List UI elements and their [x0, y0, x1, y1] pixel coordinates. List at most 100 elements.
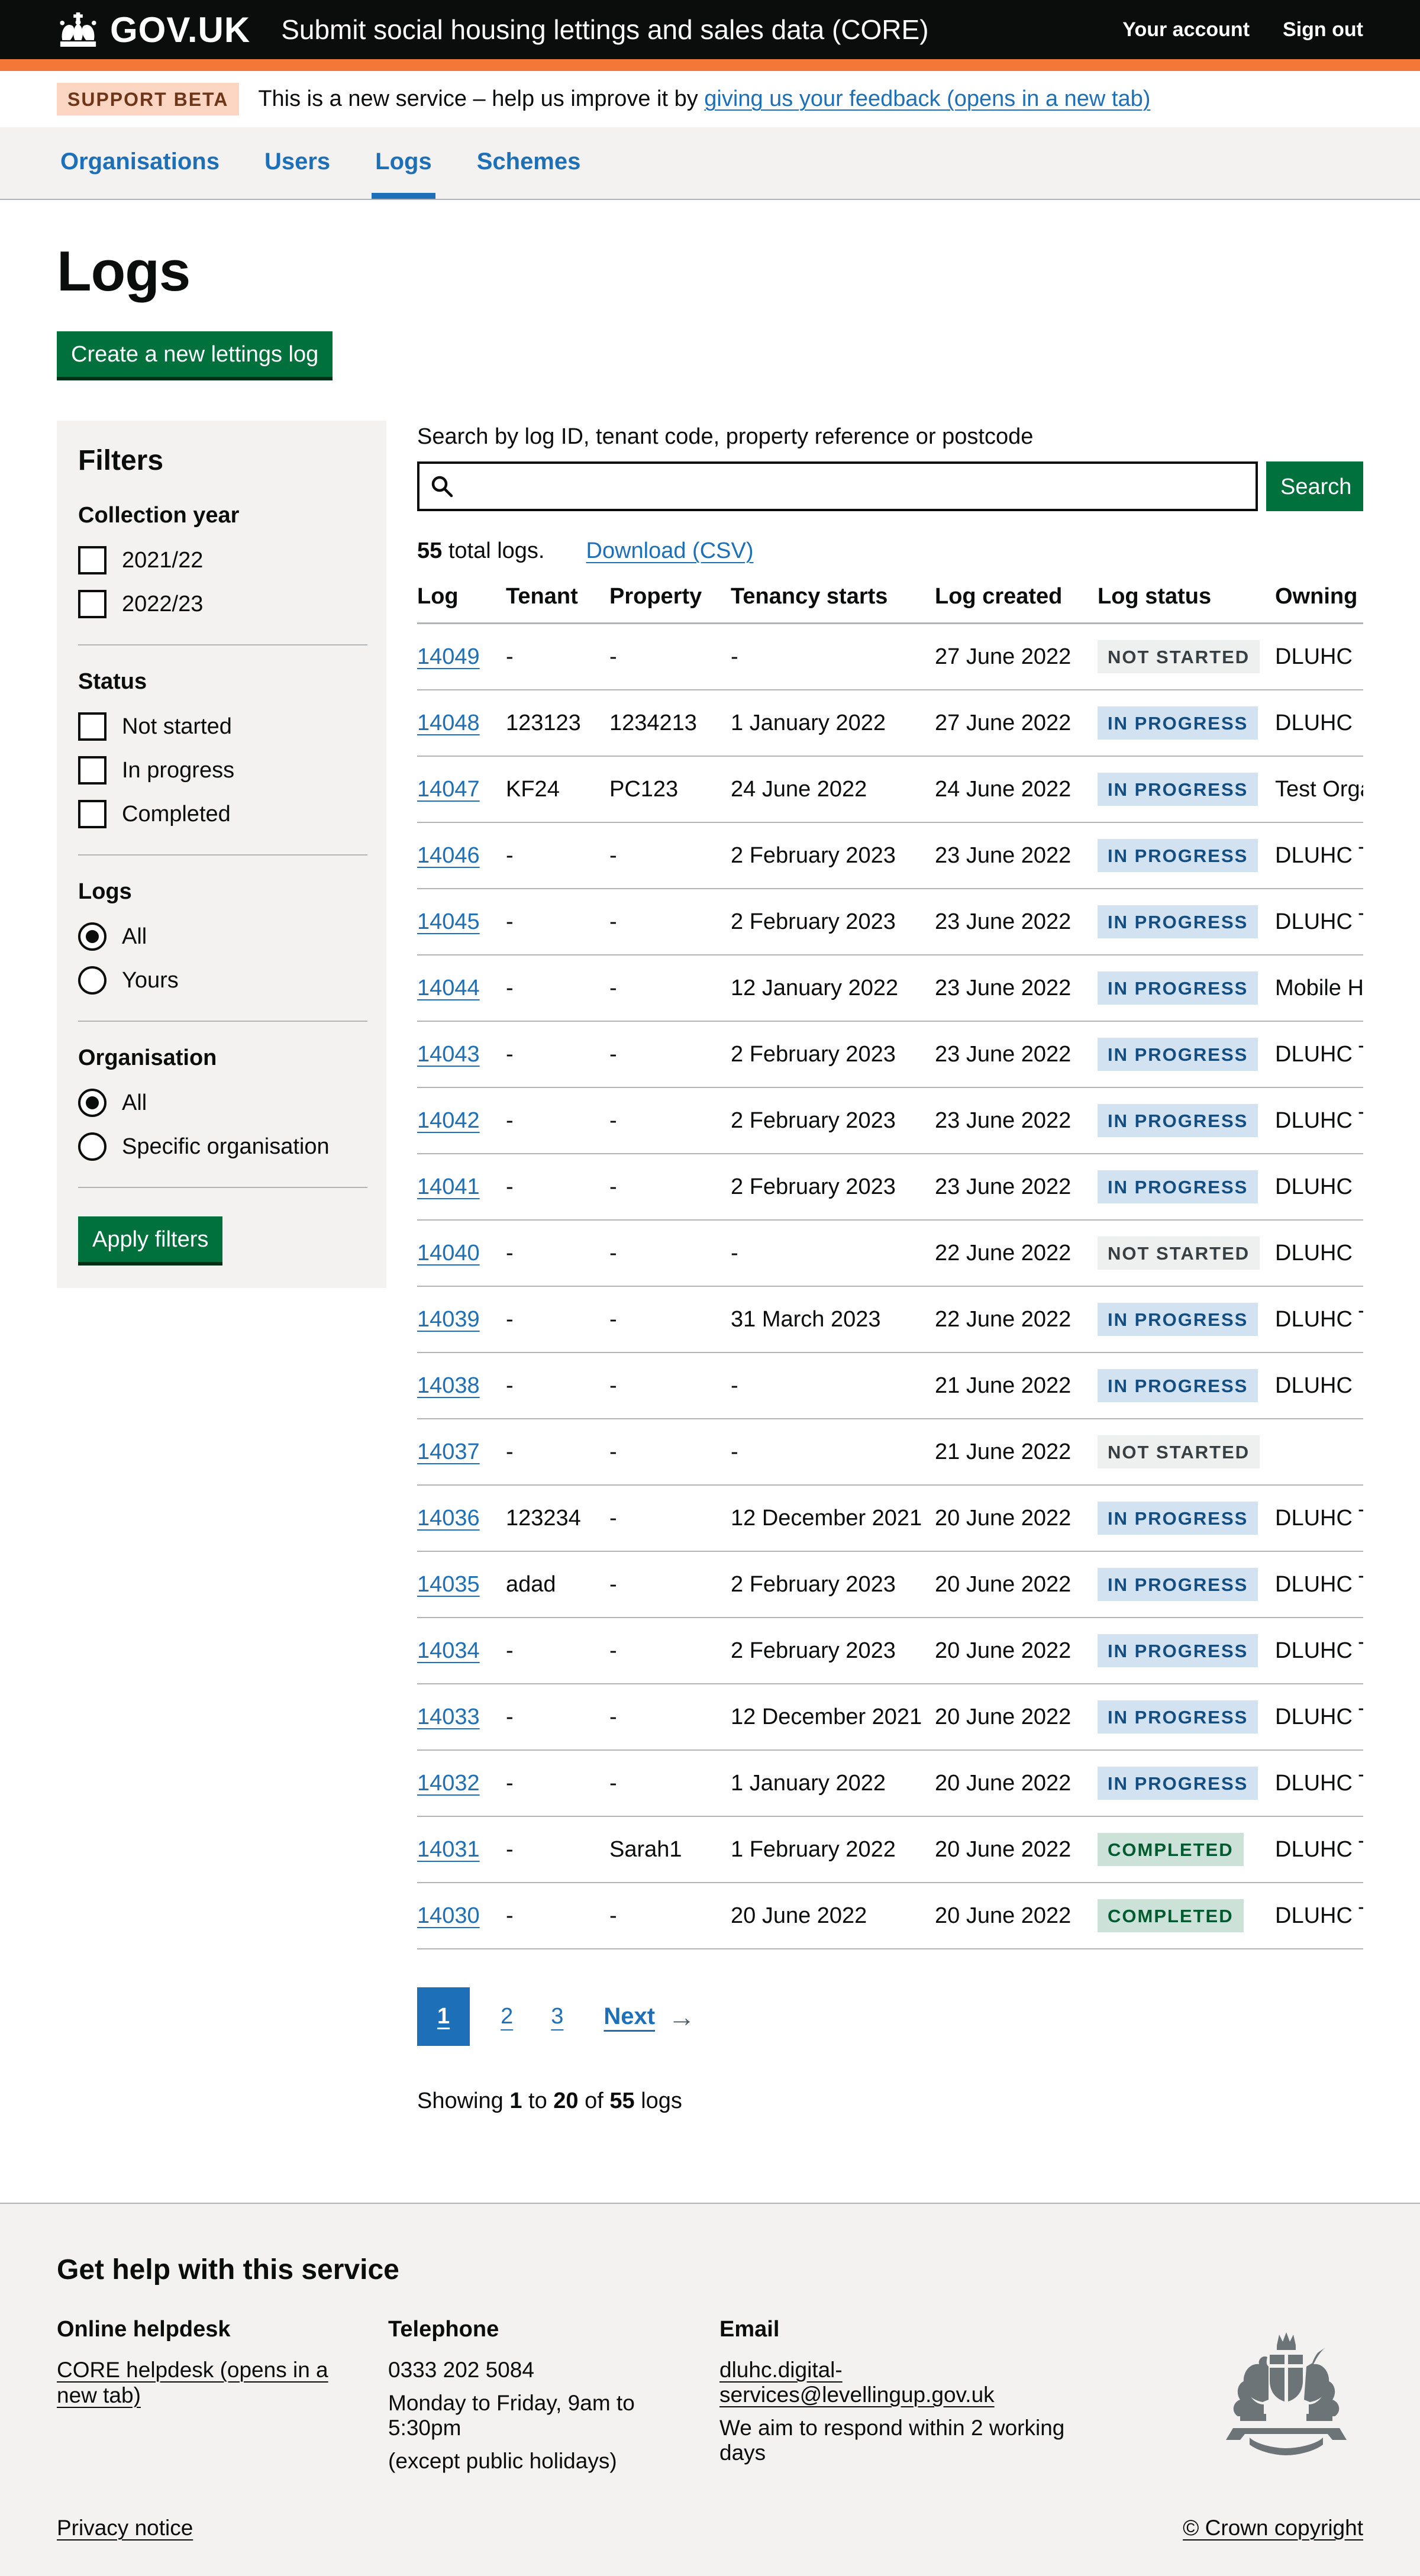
- core-helpdesk-link[interactable]: CORE helpdesk (opens in a new tab): [57, 2358, 328, 2407]
- log-link-14045[interactable]: 14045: [417, 909, 480, 934]
- email-link[interactable]: dluhc.digital-services@levellingup.gov.u…: [719, 2358, 995, 2407]
- log-link-14047[interactable]: 14047: [417, 777, 480, 802]
- filter-group-title-collection-year: Collection year: [78, 503, 367, 528]
- service-name[interactable]: Submit social housing lettings and sales…: [281, 14, 928, 46]
- cell-log-created: 20 June 2022: [935, 1618, 1098, 1684]
- checkbox-collection-year-2022-23[interactable]: [78, 590, 106, 618]
- log-link-14041[interactable]: 14041: [417, 1174, 480, 1199]
- radio-organisation-all[interactable]: [78, 1089, 106, 1117]
- govuk-logo[interactable]: GOV.UK Submit social housing lettings an…: [57, 9, 929, 50]
- filter-option-2022-23[interactable]: 2022/23: [78, 590, 367, 618]
- cell-log-status: IN PROGRESS: [1098, 1618, 1275, 1684]
- cell-tenancy-starts: 2 February 2023: [731, 1618, 935, 1684]
- radio-logs-yours[interactable]: [78, 966, 106, 995]
- cell-tenancy-starts: 1 January 2022: [731, 690, 935, 756]
- filter-option-2021-22[interactable]: 2021/22: [78, 546, 367, 574]
- filter-option-specific-organisation[interactable]: Specific organisation: [78, 1132, 367, 1161]
- column-header-owning-or: Owning or: [1275, 570, 1363, 624]
- log-link-14034[interactable]: 14034: [417, 1638, 480, 1663]
- log-link-14046[interactable]: 14046: [417, 843, 480, 868]
- crown-copyright-link[interactable]: © Crown copyright: [1183, 2516, 1363, 2541]
- cell-tenancy-starts: 2 February 2023: [731, 1551, 935, 1618]
- checkbox-status-in-progress[interactable]: [78, 756, 106, 785]
- cell-property: -: [609, 1220, 731, 1286]
- cell-log-created: 22 June 2022: [935, 1220, 1098, 1286]
- email-response-note: We aim to respond within 2 working days: [719, 2416, 1086, 2465]
- nav-item-logs[interactable]: Logs: [372, 127, 435, 199]
- cell-log-created: 20 June 2022: [935, 1684, 1098, 1750]
- status-badge-in-progress: IN PROGRESS: [1098, 1303, 1258, 1336]
- filter-option-label: All: [122, 1090, 147, 1116]
- log-link-14040[interactable]: 14040: [417, 1241, 480, 1266]
- footer: Get help with this service Online helpde…: [0, 2203, 1420, 2576]
- radio-logs-all[interactable]: [78, 922, 106, 951]
- cell-log: 14038: [417, 1352, 506, 1419]
- search-icon: [429, 473, 455, 499]
- filter-option-yours[interactable]: Yours: [78, 966, 367, 995]
- filter-option-all[interactable]: All: [78, 922, 367, 951]
- nav-item-users[interactable]: Users: [261, 127, 334, 199]
- log-link-14043[interactable]: 14043: [417, 1042, 480, 1067]
- your-account-link[interactable]: Your account: [1122, 18, 1250, 41]
- log-link-14033[interactable]: 14033: [417, 1705, 480, 1729]
- logs-table-container: LogTenantPropertyTenancy startsLog creat…: [417, 570, 1363, 1949]
- filter-option-all[interactable]: All: [78, 1089, 367, 1117]
- log-link-14048[interactable]: 14048: [417, 711, 480, 735]
- cell-log-created: 22 June 2022: [935, 1286, 1098, 1352]
- nav-item-schemes[interactable]: Schemes: [473, 127, 585, 199]
- log-link-14032[interactable]: 14032: [417, 1771, 480, 1796]
- total-logs-count: 55: [417, 538, 442, 563]
- cell-owning-organisation: Test Organi: [1275, 756, 1363, 822]
- create-lettings-log-button[interactable]: Create a new lettings log: [57, 331, 333, 377]
- log-link-14039[interactable]: 14039: [417, 1307, 480, 1332]
- search-input[interactable]: [417, 461, 1258, 511]
- log-link-14031[interactable]: 14031: [417, 1837, 480, 1862]
- log-link-14037[interactable]: 14037: [417, 1439, 480, 1464]
- search-button[interactable]: Search: [1266, 461, 1363, 511]
- cell-property: -: [609, 1551, 731, 1618]
- radio-dot: [86, 930, 99, 943]
- filter-option-label: 2021/22: [122, 548, 203, 573]
- log-link-14049[interactable]: 14049: [417, 644, 480, 669]
- filter-option-not-started[interactable]: Not started: [78, 712, 367, 741]
- checkbox-status-not-started[interactable]: [78, 712, 106, 741]
- filter-option-in-progress[interactable]: In progress: [78, 756, 367, 785]
- cell-tenancy-starts: 20 June 2022: [731, 1883, 935, 1949]
- telephone-hours: Monday to Friday, 9am to 5:30pm: [388, 2391, 696, 2441]
- privacy-notice-link[interactable]: Privacy notice: [57, 2516, 193, 2541]
- status-badge-in-progress: IN PROGRESS: [1098, 1700, 1258, 1734]
- filter-option-completed[interactable]: Completed: [78, 800, 367, 828]
- feedback-link[interactable]: giving us your feedback (opens in a new …: [704, 86, 1150, 111]
- radio-organisation-specific-organisation[interactable]: [78, 1132, 106, 1161]
- checkbox-collection-year-2021-22[interactable]: [78, 546, 106, 574]
- log-link-14042[interactable]: 14042: [417, 1108, 480, 1133]
- cell-log: 14047: [417, 756, 506, 822]
- log-link-14044[interactable]: 14044: [417, 976, 480, 1000]
- showing-mid: to: [522, 2088, 553, 2113]
- cell-log-created: 20 June 2022: [935, 1883, 1098, 1949]
- download-csv-link[interactable]: Download (CSV): [586, 538, 754, 564]
- cell-log: 14045: [417, 889, 506, 955]
- pagination-next-link[interactable]: Next: [604, 2003, 655, 2030]
- page-link-2[interactable]: 2: [493, 1998, 520, 2035]
- cell-owning-organisation: DLUHC Tes: [1275, 1087, 1363, 1154]
- page-current-1[interactable]: 1: [417, 1987, 470, 2046]
- govuk-logotype[interactable]: GOV.UK: [110, 9, 250, 50]
- logs-table: LogTenantPropertyTenancy startsLog creat…: [417, 570, 1363, 1949]
- checkbox-status-completed[interactable]: [78, 800, 106, 828]
- table-row-log-14044: 14044--12 January 202223 June 2022IN PRO…: [417, 955, 1363, 1021]
- log-link-14036[interactable]: 14036: [417, 1506, 480, 1531]
- apply-filters-button[interactable]: Apply filters: [78, 1216, 222, 1262]
- search-label: Search by log ID, tenant code, property …: [417, 424, 1363, 450]
- page-link-3[interactable]: 3: [544, 1998, 570, 2035]
- cell-owning-organisation: DLUHC Tes: [1275, 1750, 1363, 1816]
- cell-owning-organisation: DLUHC Tes: [1275, 1485, 1363, 1551]
- log-link-14038[interactable]: 14038: [417, 1373, 480, 1398]
- cell-log: 14042: [417, 1087, 506, 1154]
- sign-out-link[interactable]: Sign out: [1283, 18, 1363, 41]
- log-link-14030[interactable]: 14030: [417, 1903, 480, 1928]
- status-badge-in-progress: IN PROGRESS: [1098, 1104, 1258, 1137]
- log-link-14035[interactable]: 14035: [417, 1572, 480, 1597]
- cell-log-status: NOT STARTED: [1098, 624, 1275, 690]
- nav-item-organisations[interactable]: Organisations: [57, 127, 223, 199]
